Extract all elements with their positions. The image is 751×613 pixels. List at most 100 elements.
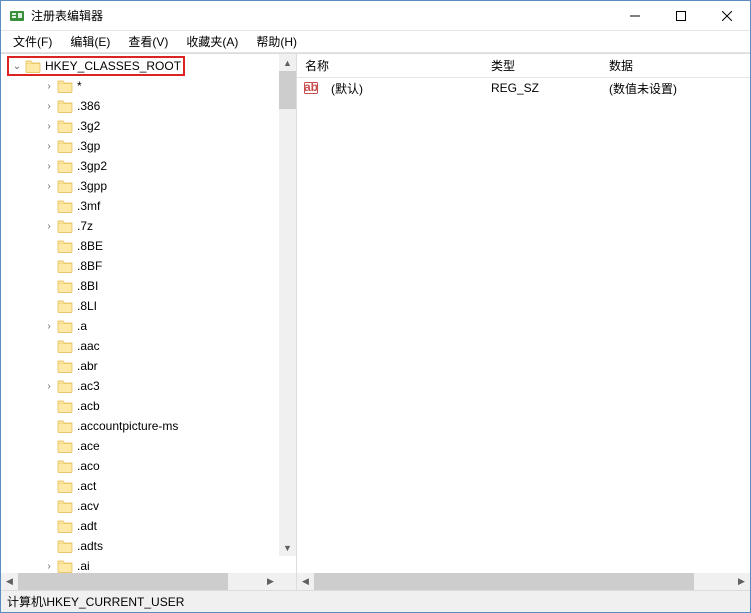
chevron-right-icon[interactable]: › — [43, 121, 55, 132]
tree-node-label: .3gp2 — [77, 159, 107, 173]
tree-node-label: HKEY_CLASSES_ROOT — [45, 59, 181, 73]
scroll-right-button[interactable]: ▶ — [733, 573, 750, 590]
scroll-right-button[interactable]: ▶ — [262, 573, 279, 590]
chevron-right-icon[interactable]: › — [43, 181, 55, 192]
tree-node[interactable]: .8LI — [1, 296, 296, 316]
folder-icon — [57, 279, 73, 293]
folder-icon — [57, 359, 73, 373]
folder-icon — [57, 319, 73, 333]
tree-node[interactable]: .adts — [1, 536, 296, 556]
tree-node[interactable]: › .ai — [1, 556, 296, 573]
scroll-thumb[interactable] — [279, 71, 296, 109]
string-value-icon: ab — [303, 80, 319, 96]
folder-icon — [57, 379, 73, 393]
regedit-icon — [9, 8, 25, 24]
tree-node[interactable]: .abr — [1, 356, 296, 376]
tree-node-root[interactable]: ⌄ HKEY_CLASSES_ROOT — [1, 56, 296, 76]
chevron-right-icon[interactable]: › — [43, 81, 55, 92]
tree-node[interactable]: › .a — [1, 316, 296, 336]
tree-node[interactable]: .adt — [1, 516, 296, 536]
folder-icon — [57, 459, 73, 473]
folder-icon — [57, 339, 73, 353]
column-header-name[interactable]: 名称 — [297, 54, 483, 77]
tree-node[interactable]: .acv — [1, 496, 296, 516]
scroll-up-button[interactable]: ▲ — [279, 54, 296, 71]
scroll-thumb-h[interactable] — [18, 573, 228, 590]
window-controls — [612, 1, 750, 30]
tree-node-label: .accountpicture-ms — [77, 419, 178, 433]
tree-node-label: .act — [77, 479, 96, 493]
tree-node[interactable]: ›.7z — [1, 216, 296, 236]
minimize-button[interactable] — [612, 1, 658, 30]
column-header-type[interactable]: 类型 — [483, 54, 601, 77]
tree-node[interactable]: .8BI — [1, 276, 296, 296]
close-button[interactable] — [704, 1, 750, 30]
folder-icon — [57, 219, 73, 233]
folder-icon — [57, 179, 73, 193]
folder-icon — [57, 559, 73, 573]
chevron-right-icon[interactable]: › — [43, 381, 55, 392]
chevron-right-icon[interactable]: › — [43, 161, 55, 172]
scroll-left-button[interactable]: ◀ — [1, 573, 18, 590]
scroll-track[interactable] — [279, 71, 296, 539]
scroll-track-h[interactable] — [18, 573, 262, 590]
list-body[interactable]: ab(默认)REG_SZ(数值未设置) — [297, 78, 750, 573]
folder-icon — [57, 299, 73, 313]
tree-node-label: .abr — [77, 359, 98, 373]
chevron-down-icon[interactable]: ⌄ — [11, 61, 23, 72]
scroll-down-button[interactable]: ▼ — [279, 539, 296, 556]
tree-node-label: .a — [77, 319, 87, 333]
chevron-right-icon[interactable]: › — [43, 141, 55, 152]
folder-icon — [57, 119, 73, 133]
tree-pane: ⌄HKEY_CLASSES_ROOT›*›.386›.3g2›.3gp›.3gp… — [1, 54, 297, 590]
statusbar: 计算机\HKEY_CURRENT_USER — [1, 590, 750, 612]
tree-node[interactable]: .accountpicture-ms — [1, 416, 296, 436]
column-header-data[interactable]: 数据 — [601, 54, 750, 77]
maximize-button[interactable] — [658, 1, 704, 30]
folder-icon — [57, 239, 73, 253]
chevron-right-icon[interactable]: › — [43, 221, 55, 232]
menu-file[interactable]: 文件(F) — [5, 31, 60, 52]
folder-icon — [57, 139, 73, 153]
tree-node-label: .8BF — [77, 259, 102, 273]
tree-node[interactable]: ›.ac3 — [1, 376, 296, 396]
folder-icon — [57, 499, 73, 513]
tree-node[interactable]: .8BE — [1, 236, 296, 256]
menu-edit[interactable]: 编辑(E) — [62, 31, 118, 52]
chevron-right-icon[interactable]: › — [43, 101, 55, 112]
tree-node[interactable]: .3mf — [1, 196, 296, 216]
tree-node[interactable]: ›.3g2 — [1, 116, 296, 136]
folder-icon — [57, 199, 73, 213]
registry-editor-window: 注册表编辑器 文件(F) 编辑(E) 查看(V) 收藏夹(A) 帮助(H) ⌄ H… — [0, 0, 751, 613]
scroll-track-h[interactable] — [314, 573, 733, 590]
chevron-right-icon[interactable]: › — [43, 321, 55, 332]
folder-icon — [57, 259, 73, 273]
scroll-left-button[interactable]: ◀ — [297, 573, 314, 590]
tree-node-label: .386 — [77, 99, 100, 113]
tree-node-label: .ai — [77, 559, 90, 573]
tree-node[interactable]: .aac — [1, 336, 296, 356]
tree-scrollbar-horizontal[interactable]: ◀ ▶ — [1, 573, 296, 590]
tree-body[interactable]: ⌄HKEY_CLASSES_ROOT›*›.386›.3g2›.3gp›.3gp… — [1, 54, 296, 573]
titlebar[interactable]: 注册表编辑器 — [1, 1, 750, 31]
tree-node[interactable]: .acb — [1, 396, 296, 416]
tree-node[interactable]: ›.3gp — [1, 136, 296, 156]
tree-node-label: .aco — [77, 459, 100, 473]
menu-favorites[interactable]: 收藏夹(A) — [178, 31, 246, 52]
tree-node[interactable]: › .3gp2 — [1, 156, 296, 176]
tree-node[interactable]: ›* — [1, 76, 296, 96]
tree-node[interactable]: .ace — [1, 436, 296, 456]
list-row[interactable]: ab(默认)REG_SZ(数值未设置) — [297, 78, 750, 98]
menu-help[interactable]: 帮助(H) — [248, 31, 305, 52]
tree-node[interactable]: › .386 — [1, 96, 296, 116]
list-scrollbar-horizontal[interactable]: ◀ ▶ — [297, 573, 750, 590]
menu-view[interactable]: 查看(V) — [120, 31, 176, 52]
tree-node[interactable]: ›.3gpp — [1, 176, 296, 196]
scroll-thumb-h[interactable] — [314, 573, 694, 590]
tree-node[interactable]: .aco — [1, 456, 296, 476]
tree-scrollbar-vertical[interactable]: ▲ ▼ — [279, 54, 296, 556]
tree-node[interactable]: .act — [1, 476, 296, 496]
tree-node-label: .8LI — [77, 299, 97, 313]
tree-node[interactable]: .8BF — [1, 256, 296, 276]
chevron-right-icon[interactable]: › — [43, 561, 55, 572]
